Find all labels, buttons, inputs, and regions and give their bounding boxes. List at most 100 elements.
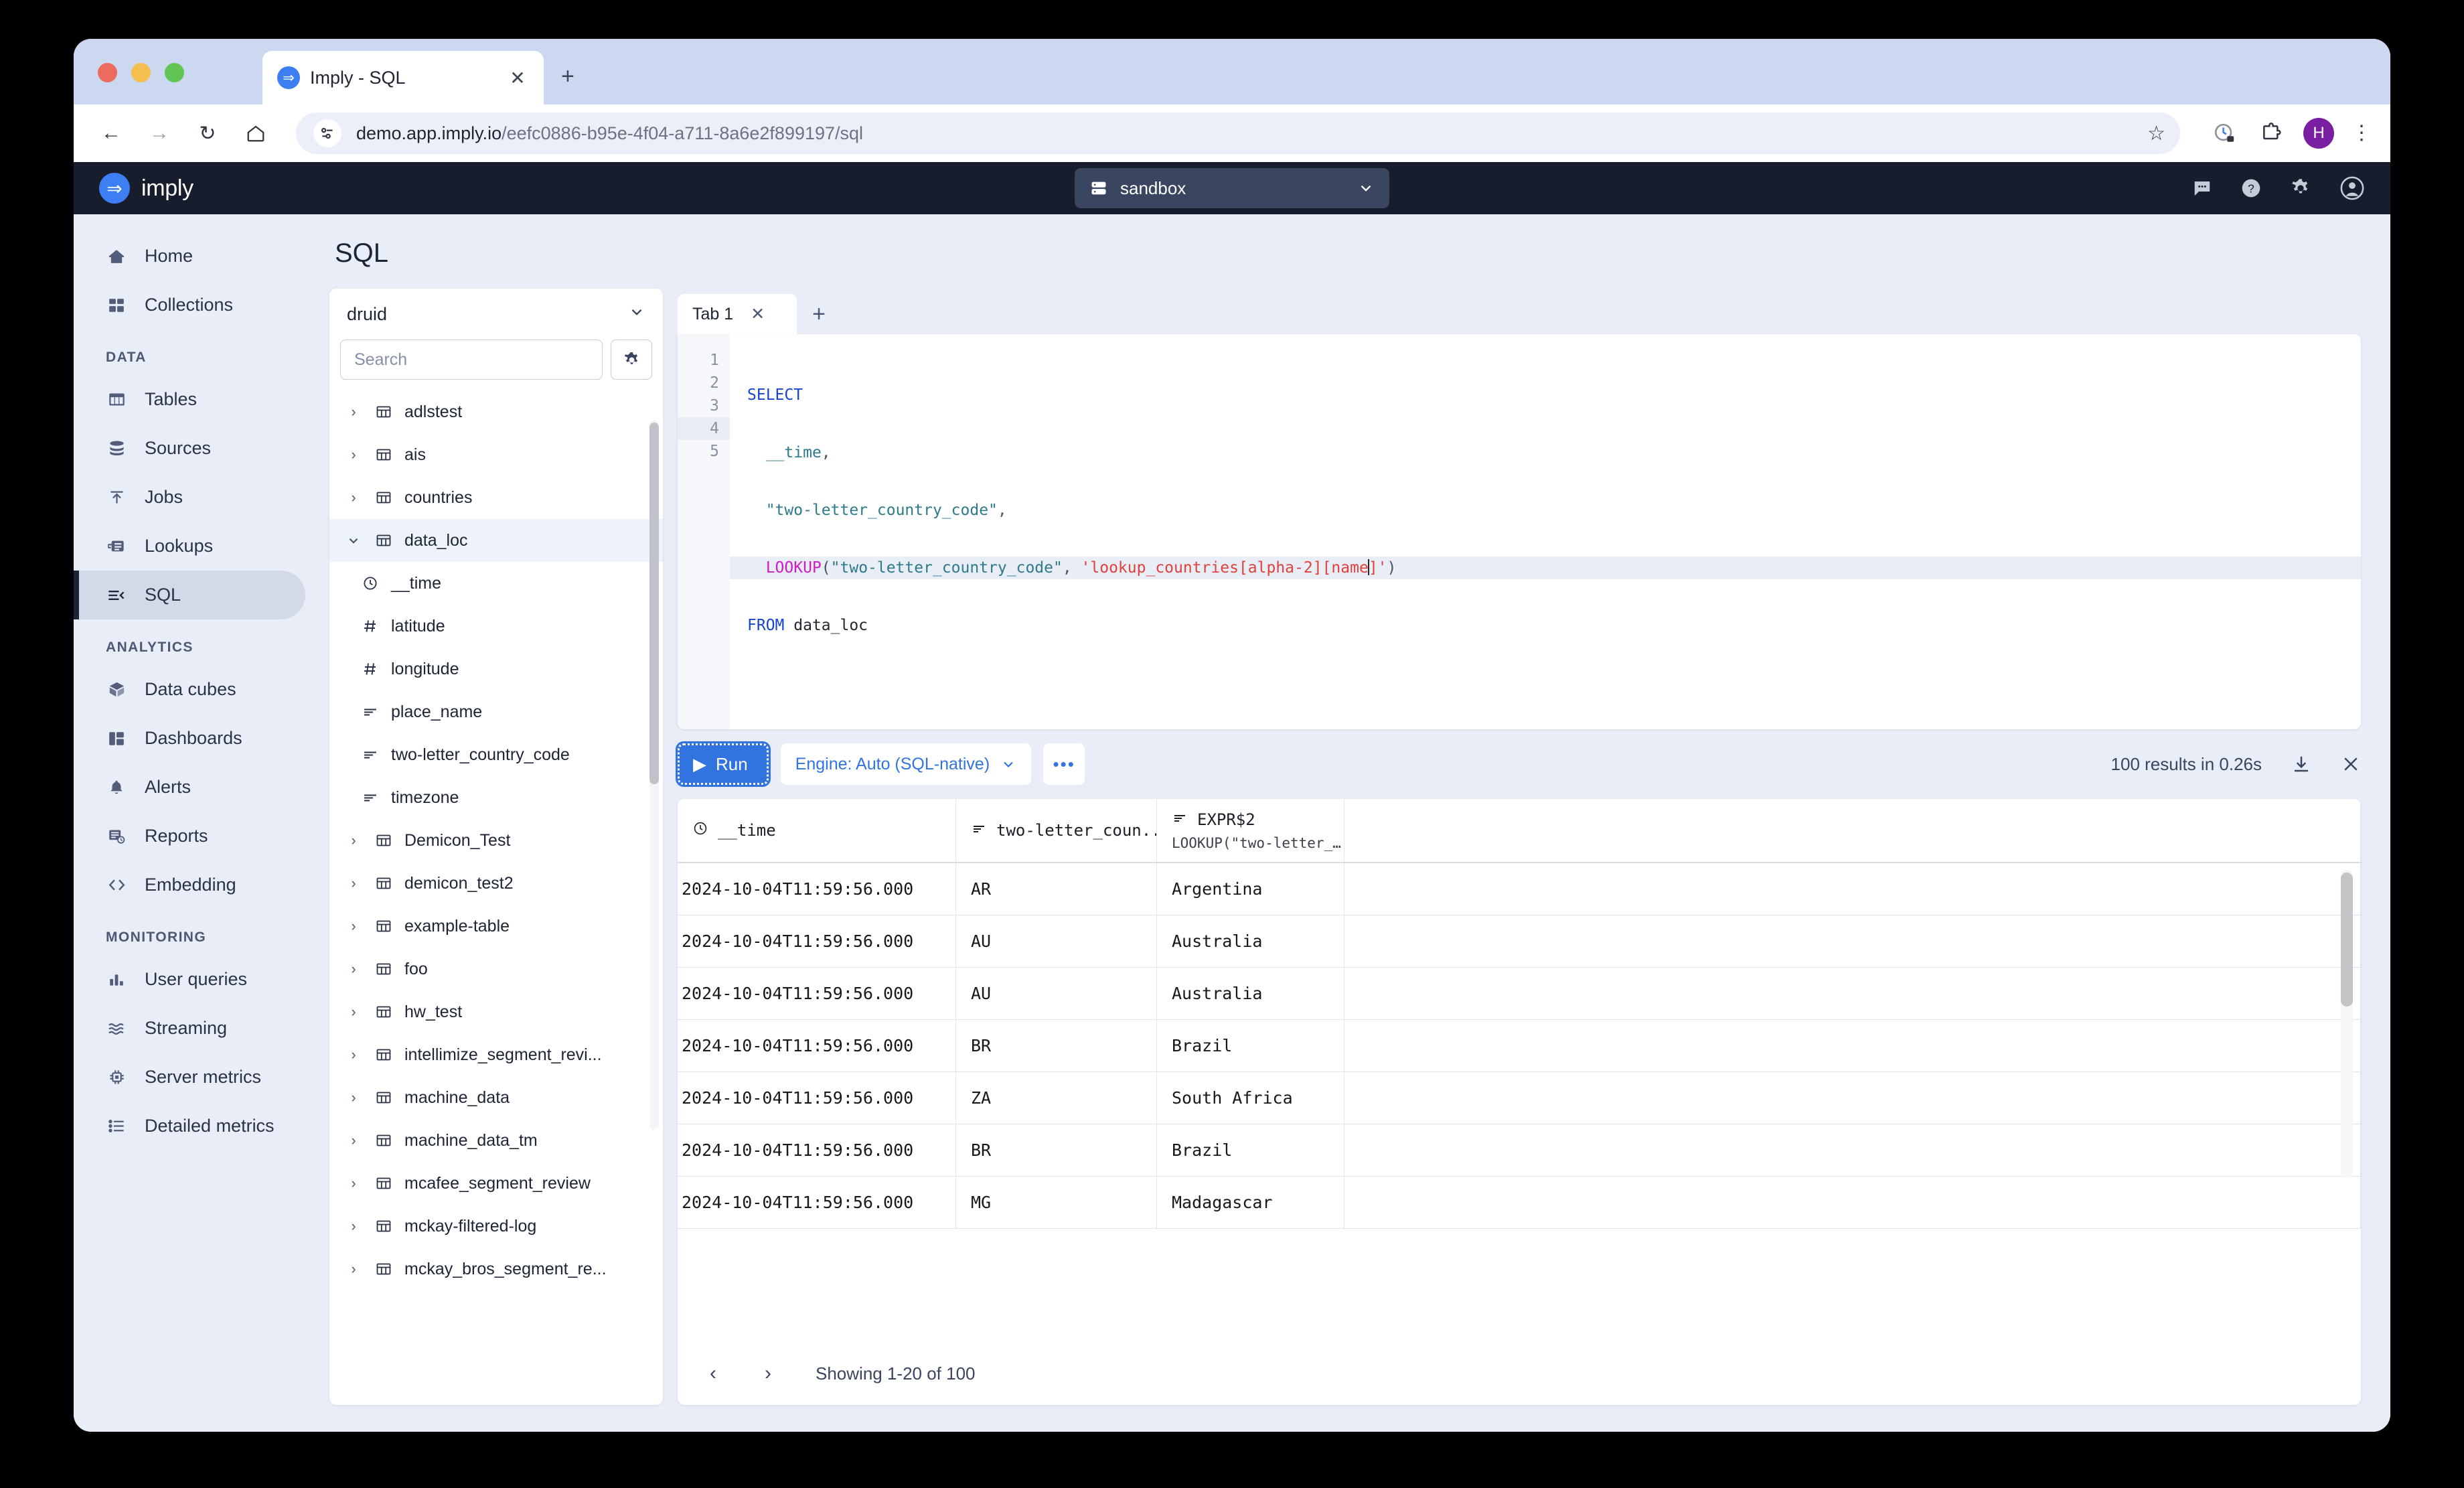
tree-item-table[interactable]: › hw_test bbox=[329, 990, 663, 1033]
minimize-window-button[interactable] bbox=[131, 63, 151, 82]
tree-item-table[interactable]: › intellimize_segment_revi... bbox=[329, 1033, 663, 1076]
sidebar-item-server-metrics[interactable]: Server metrics bbox=[74, 1053, 305, 1102]
sidebar-item-sources[interactable]: Sources bbox=[74, 424, 305, 473]
avatar[interactable]: H bbox=[2303, 118, 2334, 149]
editor-code-area[interactable]: SELECT __time, "two-letter_country_code"… bbox=[730, 334, 2361, 729]
chevron-right-icon[interactable]: › bbox=[344, 1217, 363, 1235]
more-options-button[interactable]: ••• bbox=[1043, 743, 1085, 785]
tree-settings-gear-icon[interactable] bbox=[611, 340, 652, 380]
sidebar-item-detailed-metrics[interactable]: Detailed metrics bbox=[74, 1102, 305, 1150]
download-icon[interactable] bbox=[2291, 754, 2311, 774]
cluster-selector[interactable]: sandbox bbox=[1075, 168, 1389, 208]
table-row[interactable]: 2024-10-04T11:59:56.000 BR Brazil bbox=[678, 1020, 2361, 1072]
sql-editor[interactable]: 1 2 3 4 5 SELECT __time, "two-letter_cou… bbox=[678, 334, 2361, 729]
engine-selector[interactable]: Engine: Auto (SQL-native) bbox=[780, 743, 1032, 785]
table-row[interactable]: 2024-10-04T11:59:56.000 ZA South Africa bbox=[678, 1072, 2361, 1124]
chevron-right-icon[interactable]: › bbox=[344, 832, 363, 849]
chevron-right-icon[interactable]: › bbox=[344, 1089, 363, 1106]
chevron-right-icon[interactable]: › bbox=[344, 489, 363, 506]
column-header-country-code[interactable]: two-letter_coun... bbox=[956, 799, 1157, 862]
tab-1[interactable]: Tab 1 ✕ bbox=[678, 294, 797, 334]
chevron-right-icon[interactable]: › bbox=[344, 1046, 363, 1063]
help-icon[interactable]: ? bbox=[2240, 177, 2262, 199]
feedback-chat-icon[interactable] bbox=[2192, 178, 2212, 198]
close-icon[interactable] bbox=[2341, 754, 2361, 774]
chevron-right-icon[interactable]: › bbox=[344, 960, 363, 978]
sidebar-item-sql[interactable]: SQL bbox=[74, 571, 305, 619]
prev-page-button[interactable]: ‹ bbox=[695, 1355, 731, 1392]
chevron-right-icon[interactable]: › bbox=[344, 917, 363, 935]
table-row[interactable]: 2024-10-04T11:59:56.000 AU Australia bbox=[678, 968, 2361, 1020]
chevron-right-icon[interactable]: › bbox=[344, 1260, 363, 1278]
table-row[interactable]: 2024-10-04T11:59:56.000 AU Australia bbox=[678, 915, 2361, 968]
tree-item-table[interactable]: › example-table bbox=[329, 905, 663, 948]
browser-tab[interactable]: ⇒ Imply - SQL ✕ bbox=[262, 51, 544, 104]
tree-item-table[interactable]: › ais bbox=[329, 433, 663, 476]
table-row[interactable]: 2024-10-04T11:59:56.000 MG Madagascar bbox=[678, 1177, 2361, 1229]
tree-item-table[interactable]: › mcafee_segment_review bbox=[329, 1162, 663, 1205]
table-row[interactable]: 2024-10-04T11:59:56.000 BR Brazil bbox=[678, 1124, 2361, 1177]
sidebar-item-tables[interactable]: Tables bbox=[74, 375, 305, 424]
tree-item-column[interactable]: __time bbox=[329, 562, 663, 605]
close-icon[interactable]: ✕ bbox=[751, 304, 765, 324]
sidebar-item-collections[interactable]: Collections bbox=[74, 281, 305, 329]
home-icon[interactable] bbox=[241, 119, 271, 148]
table-row[interactable]: 2024-10-04T11:59:56.000 AR Argentina bbox=[678, 863, 2361, 915]
tree-item-table[interactable]: › foo bbox=[329, 948, 663, 990]
sidebar-item-data-cubes[interactable]: Data cubes bbox=[74, 665, 305, 714]
sidebar-item-streaming[interactable]: Streaming bbox=[74, 1004, 305, 1053]
chevron-right-icon[interactable]: › bbox=[344, 1003, 363, 1021]
maximize-window-button[interactable] bbox=[165, 63, 184, 82]
results-scrollbar-thumb[interactable] bbox=[2341, 873, 2353, 1007]
browser-menu-icon[interactable]: ⋮ bbox=[2352, 123, 2372, 143]
tree-item-column[interactable]: latitude bbox=[329, 605, 663, 648]
chevron-right-icon[interactable]: › bbox=[344, 875, 363, 892]
next-page-button[interactable]: › bbox=[750, 1355, 786, 1392]
close-window-button[interactable] bbox=[98, 63, 117, 82]
sidebar-item-reports[interactable]: Reports bbox=[74, 812, 305, 861]
results-body[interactable]: 2024-10-04T11:59:56.000 AR Argentina 202… bbox=[678, 863, 2361, 1342]
gear-icon[interactable] bbox=[2290, 177, 2311, 199]
sidebar-item-dashboards[interactable]: Dashboards bbox=[74, 714, 305, 763]
chevron-right-icon[interactable]: › bbox=[344, 1175, 363, 1192]
column-header-expr2[interactable]: EXPR$2 LOOKUP("two-letter_… bbox=[1157, 799, 1344, 862]
url-bar[interactable]: demo.app.imply.io/eefc0886-b95e-4f04-a71… bbox=[296, 113, 2180, 154]
tree-item-column[interactable]: two-letter_country_code bbox=[329, 733, 663, 776]
schema-tree-list[interactable]: › adlstest › ais › countries data_loc __… bbox=[329, 390, 663, 1405]
forward-icon[interactable]: → bbox=[145, 119, 174, 148]
add-tab-button[interactable]: + bbox=[801, 294, 837, 334]
sidebar-item-home[interactable]: Home bbox=[74, 232, 305, 281]
back-icon[interactable]: ← bbox=[96, 119, 126, 148]
schema-selector[interactable]: druid bbox=[329, 289, 663, 340]
tree-item-table[interactable]: › mckay_bros_segment_re... bbox=[329, 1248, 663, 1290]
close-icon[interactable]: ✕ bbox=[506, 67, 529, 89]
tree-item-table[interactable]: › demicon_test2 bbox=[329, 862, 663, 905]
tree-item-table[interactable]: › countries bbox=[329, 476, 663, 519]
extensions-puzzle-icon[interactable] bbox=[2256, 119, 2286, 148]
sidebar-item-lookups[interactable]: Lookups bbox=[74, 522, 305, 571]
search-input[interactable] bbox=[340, 340, 603, 380]
sidebar-item-embedding[interactable]: Embedding bbox=[74, 861, 305, 909]
tree-item-column[interactable]: longitude bbox=[329, 648, 663, 690]
tracking-protection-icon[interactable] bbox=[2210, 119, 2239, 148]
tree-item-table[interactable]: › mckay-filtered-log bbox=[329, 1205, 663, 1248]
tree-item-table[interactable]: › machine_data bbox=[329, 1076, 663, 1119]
sidebar-item-alerts[interactable]: Alerts bbox=[74, 763, 305, 812]
tree-item-table[interactable]: › Demicon_Test bbox=[329, 819, 663, 862]
run-button[interactable]: ▶ Run bbox=[676, 741, 771, 787]
tree-item-table-data-loc[interactable]: data_loc bbox=[329, 519, 663, 562]
user-account-icon[interactable] bbox=[2339, 175, 2365, 201]
tree-item-table[interactable]: › adlstest bbox=[329, 390, 663, 433]
chevron-right-icon[interactable]: › bbox=[344, 446, 363, 463]
tree-item-column[interactable]: place_name bbox=[329, 690, 663, 733]
tree-item-column[interactable]: timezone bbox=[329, 776, 663, 819]
site-info-icon[interactable] bbox=[313, 119, 341, 147]
tree-item-table[interactable]: › machine_data_tm bbox=[329, 1119, 663, 1162]
column-header-time[interactable]: __time bbox=[678, 799, 956, 862]
chevron-right-icon[interactable]: › bbox=[344, 1132, 363, 1149]
reload-icon[interactable]: ↻ bbox=[193, 119, 222, 148]
sidebar-item-user-queries[interactable]: User queries bbox=[74, 955, 305, 1004]
chevron-down-icon[interactable] bbox=[344, 533, 363, 548]
sidebar-item-jobs[interactable]: Jobs bbox=[74, 473, 305, 522]
new-tab-button[interactable]: + bbox=[561, 64, 574, 90]
